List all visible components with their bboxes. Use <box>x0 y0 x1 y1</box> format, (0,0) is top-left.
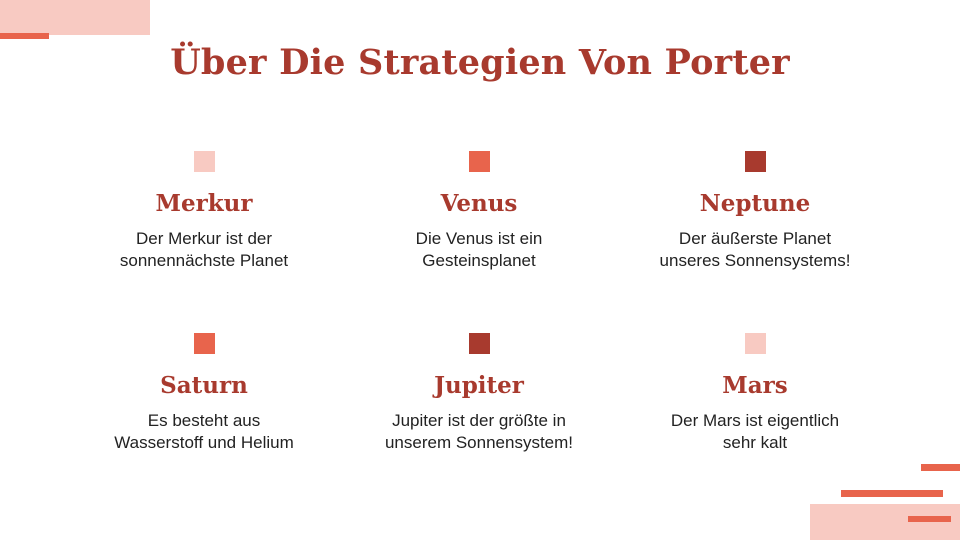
item-title: Saturn <box>160 372 248 399</box>
item-venus: Venus Die Venus ist ein Gesteinsplanet <box>341 151 617 272</box>
page-title: Über Die Strategien Von Porter <box>170 42 790 83</box>
item-saturn: Saturn Es besteht aus Wasserstoff und He… <box>66 333 342 454</box>
item-merkur: Merkur Der Merkur ist der sonnennächste … <box>66 151 342 272</box>
item-title: Jupiter <box>434 372 524 399</box>
item-title: Neptune <box>699 190 811 217</box>
corner-decoration-top-left-block <box>0 0 150 35</box>
item-neptune: Neptune Der äußerste Planet unseres Sonn… <box>617 151 893 272</box>
item-square <box>744 151 766 172</box>
item-description: Der Mars ist eigentlich sehr kalt <box>670 411 840 452</box>
item-description: Der äußerste Planet unseres Sonnensystem… <box>659 229 851 270</box>
item-description: Es besteht aus Wasserstoff und Helium <box>114 411 294 452</box>
item-description: Jupiter ist der größte in unserem Sonnen… <box>384 411 574 452</box>
item-square <box>468 151 490 172</box>
corner-decoration-bottom-right-block <box>810 504 960 540</box>
item-description: Die Venus ist ein Gesteinsplanet <box>415 229 543 270</box>
item-square <box>744 333 766 354</box>
item-title: Mars <box>722 372 788 399</box>
item-square <box>193 333 215 354</box>
corner-decoration-top-left-bar <box>0 33 49 39</box>
item-title: Merkur <box>155 190 253 217</box>
item-square <box>193 151 215 172</box>
corner-decoration-bottom-right-bar-3 <box>908 516 951 522</box>
corner-decoration-bottom-right-bar-1 <box>921 464 960 471</box>
item-title: Venus <box>440 190 518 217</box>
corner-decoration-bottom-right-bar-2 <box>841 490 943 497</box>
item-square <box>468 333 490 354</box>
item-jupiter: Jupiter Jupiter ist der größte in unsere… <box>341 333 617 454</box>
item-description: Der Merkur ist der sonnennächste Planet <box>119 229 289 270</box>
item-mars: Mars Der Mars ist eigentlich sehr kalt <box>617 333 893 454</box>
